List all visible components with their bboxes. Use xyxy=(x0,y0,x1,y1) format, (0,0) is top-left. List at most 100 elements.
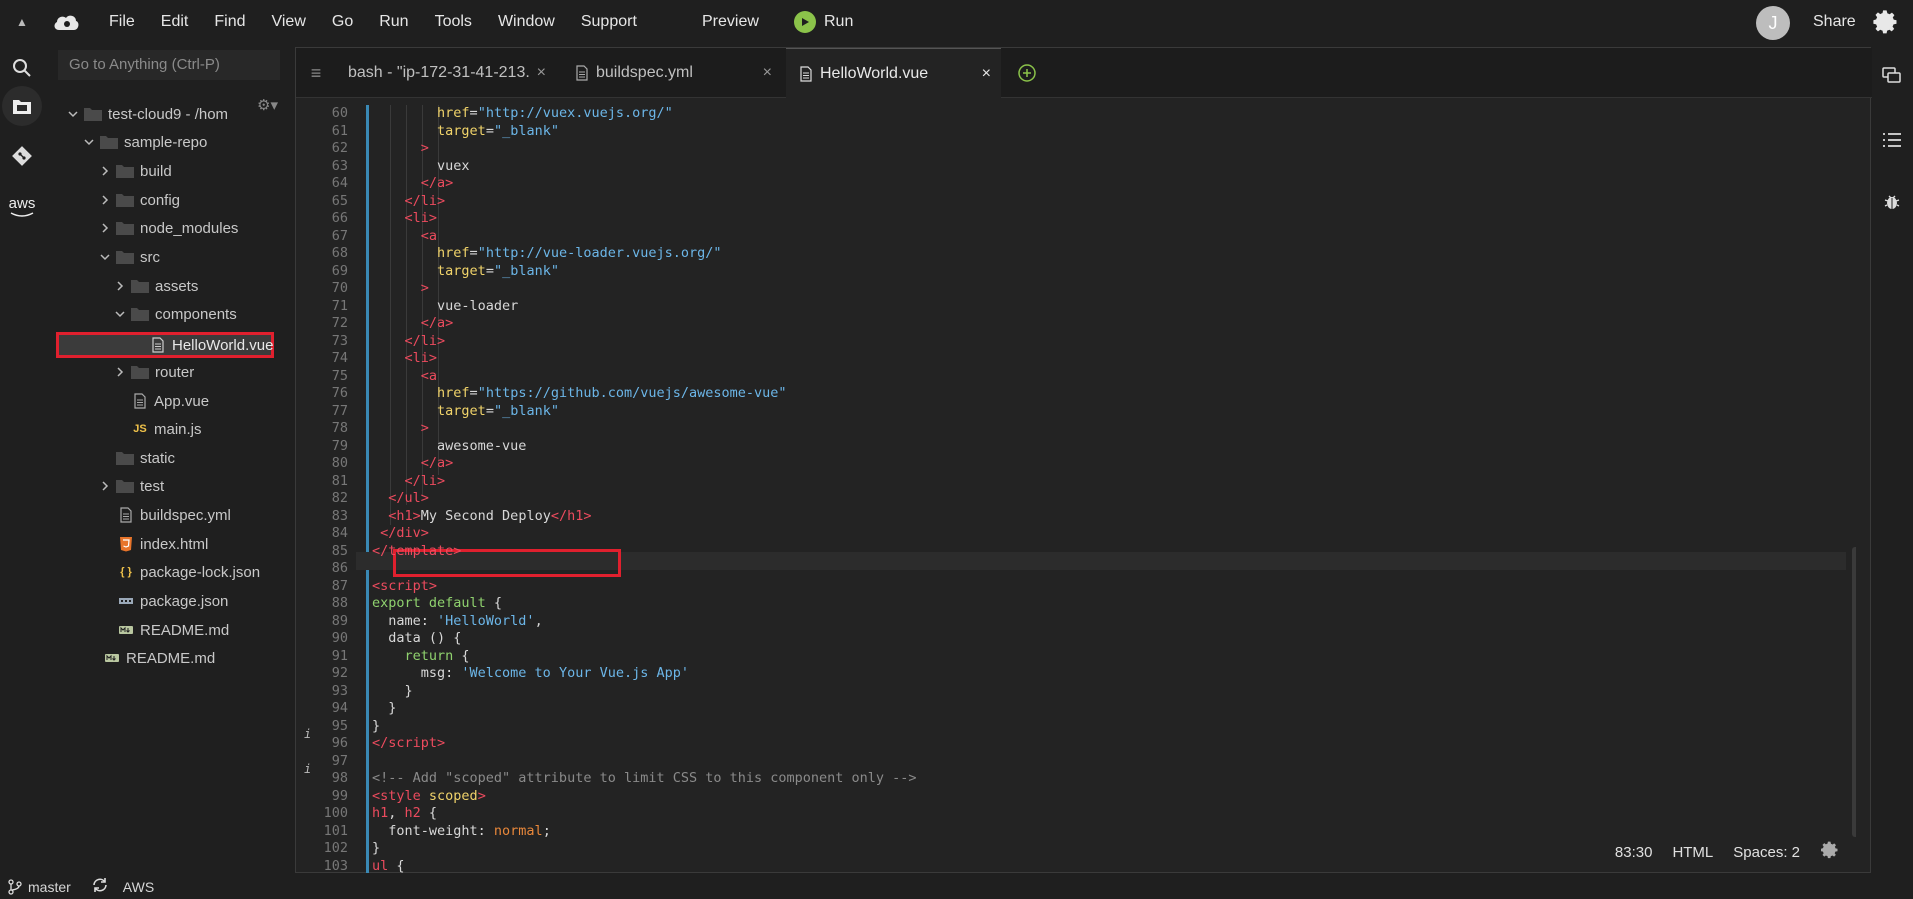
run-icon xyxy=(794,11,816,33)
chat-icon[interactable] xyxy=(1871,56,1913,96)
cursor-position[interactable]: 83:30 xyxy=(1615,844,1653,861)
preview-button[interactable]: Preview xyxy=(702,0,759,44)
share-button[interactable]: Share xyxy=(1813,0,1856,44)
tree-item-readme-md-inner[interactable]: README.md xyxy=(118,618,229,642)
markdown-file-icon xyxy=(119,626,133,634)
code-line-66: <li> xyxy=(404,210,438,226)
tree-item-helloworld-vue[interactable]: HelloWorld.vue xyxy=(150,333,273,357)
aws-status[interactable]: AWS xyxy=(123,879,154,895)
tree-item-label: App.vue xyxy=(154,392,210,410)
editor-scrollbar[interactable] xyxy=(1852,547,1856,837)
tree-item-index-html[interactable]: index.html xyxy=(118,532,208,556)
line-number: 101 xyxy=(323,822,348,839)
search-icon[interactable] xyxy=(0,46,44,90)
code-line-100: h1, h2 { xyxy=(372,805,438,821)
line-number: 96 xyxy=(331,735,348,751)
sync-icon[interactable] xyxy=(91,877,109,896)
goto-anything-input[interactable]: Go to Anything (Ctrl-P) xyxy=(58,50,280,80)
aws-icon[interactable]: aws xyxy=(0,184,44,228)
tree-item-label: main.js xyxy=(154,420,202,438)
tree-item-assets[interactable]: assets xyxy=(115,274,198,298)
tree-item-label: package.json xyxy=(140,592,229,610)
tree-item-app-vue[interactable]: App.vue xyxy=(132,389,209,413)
tree-item-label: build xyxy=(140,162,172,180)
line-number: 88 xyxy=(331,595,348,611)
avatar[interactable]: J xyxy=(1756,6,1790,40)
folder-icon xyxy=(116,222,134,235)
settings-gear-icon[interactable] xyxy=(1872,8,1900,36)
code-line-95: } xyxy=(372,717,381,734)
code-line-81: </li> xyxy=(404,472,446,489)
line-number: 68 xyxy=(331,245,348,261)
tree-item-label: config xyxy=(140,191,181,209)
line-number: 103 xyxy=(323,857,348,874)
files-icon[interactable] xyxy=(2,86,42,126)
collapse-menu-icon[interactable]: ▲ xyxy=(0,0,44,44)
tree-settings-gear-icon[interactable]: ⚙▾ xyxy=(257,96,287,118)
tree-item-build[interactable]: build xyxy=(100,159,172,183)
tree-item-label: test-cloud9 - /hom xyxy=(108,105,229,123)
close-icon[interactable]: × xyxy=(537,48,546,98)
cloud9-logo-icon[interactable] xyxy=(44,0,88,44)
language-mode[interactable]: HTML xyxy=(1672,844,1713,861)
menu-file[interactable]: File xyxy=(96,0,148,44)
indent-setting[interactable]: Spaces: 2 xyxy=(1733,844,1800,861)
markdown-file-icon xyxy=(105,654,119,662)
tab-label: bash - "ip-172-31-41-213. xyxy=(348,64,530,81)
tree-item-test[interactable]: test xyxy=(100,474,164,498)
run-button[interactable]: Run xyxy=(794,0,853,44)
tree-item-config[interactable]: config xyxy=(100,188,180,212)
line-number: 76 xyxy=(331,385,348,401)
code-area[interactable]: i i 60 61 62 63 64 65 66 67 68 69 70 71 72 73 74 75 76 77… xyxy=(296,105,1856,873)
tab-bash[interactable]: bash - "ip-172-31-41-213. × xyxy=(336,48,556,98)
code-line-75: <a xyxy=(420,367,438,384)
close-icon[interactable]: × xyxy=(982,49,991,99)
tab-helloworld-vue[interactable]: HelloWorld.vue × xyxy=(786,48,1001,98)
folder-icon xyxy=(131,366,149,379)
tree-item-src[interactable]: src xyxy=(100,245,160,269)
debug-icon[interactable] xyxy=(1871,182,1913,222)
tree-item-router[interactable]: router xyxy=(115,360,194,384)
tab-buildspec[interactable]: buildspec.yml × xyxy=(562,48,782,98)
tree-item-node-modules[interactable]: node_modules xyxy=(100,216,238,240)
git-icon[interactable] xyxy=(0,134,44,178)
tree-item-package-lock-json[interactable]: { } package-lock.json xyxy=(118,560,260,584)
code-line-82: </ul> xyxy=(388,490,429,506)
code-line-68: href="http://vue-loader.vuejs.org/" xyxy=(437,245,722,261)
menu-support[interactable]: Support xyxy=(568,0,650,44)
tree-item-label: buildspec.yml xyxy=(140,506,231,524)
menu-find[interactable]: Find xyxy=(201,0,258,44)
line-number: 93 xyxy=(331,682,348,699)
menu-go[interactable]: Go xyxy=(319,0,366,44)
tree-item-sample-repo[interactable]: sample-repo xyxy=(84,130,207,154)
tree-item-test-cloud9[interactable]: test-cloud9 - /hom xyxy=(68,102,228,126)
tab-menu-icon[interactable]: ≡ xyxy=(296,48,336,98)
tree-item-label: static xyxy=(140,449,176,467)
tree-item-components[interactable]: components xyxy=(115,302,237,326)
menu-run[interactable]: Run xyxy=(366,0,421,44)
line-number: 85 xyxy=(331,542,348,559)
editor-settings-gear-icon[interactable] xyxy=(1820,840,1840,864)
menu-tools[interactable]: Tools xyxy=(422,0,485,44)
line-number: 92 xyxy=(331,665,348,681)
code-line-88: export default { xyxy=(372,595,503,611)
menu-view[interactable]: View xyxy=(258,0,318,44)
git-branch[interactable]: master xyxy=(8,879,71,895)
code-line-62: > xyxy=(420,140,429,156)
tree-item-package-json[interactable]: package.json xyxy=(118,589,228,613)
add-tab-icon[interactable] xyxy=(1016,62,1038,84)
line-number: 87 xyxy=(331,577,348,594)
line-number: 69 xyxy=(331,262,348,279)
tree-item-buildspec-yml[interactable]: buildspec.yml xyxy=(118,503,231,527)
menu-edit[interactable]: Edit xyxy=(148,0,202,44)
tree-item-readme-md-root[interactable]: README.md xyxy=(104,646,215,670)
outline-icon[interactable] xyxy=(1871,120,1913,160)
tree-item-main-js[interactable]: JS main.js xyxy=(132,417,202,441)
code-line-69: target="_blank" xyxy=(437,262,559,279)
run-label: Run xyxy=(824,13,854,30)
chevron-down-icon xyxy=(68,109,78,119)
menu-window[interactable]: Window xyxy=(485,0,568,44)
tab-bar: ≡ bash - "ip-172-31-41-213. × buildspec.… xyxy=(296,48,1872,98)
tree-item-static[interactable]: static xyxy=(116,446,175,470)
close-icon[interactable]: × xyxy=(763,48,772,98)
